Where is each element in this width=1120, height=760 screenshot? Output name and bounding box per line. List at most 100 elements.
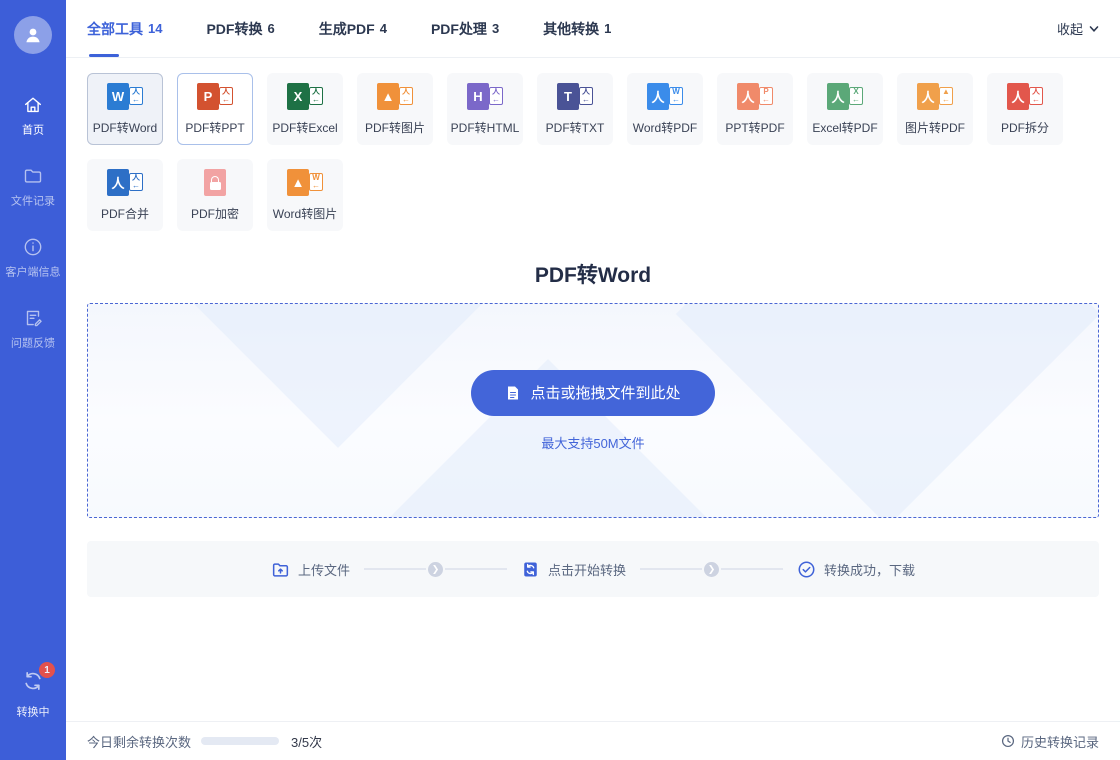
footer-bar: 今日剩余转换次数 3/5次 历史转换记录 [66,721,1120,760]
tool-card-label: Word转PDF [633,119,697,136]
tool-main-glyph: H [467,83,489,110]
tool-card-6[interactable]: T 人← PDF转TXT [537,73,613,145]
tool-badge-glyph: 人← [489,87,503,105]
tool-card-label: PDF转Excel [272,119,337,136]
tool-card-label: PDF转PPT [185,119,244,136]
app-window: 首页 文件记录 客户端信息 问题反馈 1 转换中 全部工具 [0,0,1120,760]
tab-4[interactable]: PDF处理 3 [431,0,499,57]
page-title: PDF转Word [66,259,1120,289]
sidebar-item-info[interactable]: 客户端信息 [0,236,66,280]
convert-doc-icon [521,560,540,579]
tool-main-glyph: 人 [1007,83,1029,110]
upload-button[interactable]: 点击或拖拽文件到此处 [471,370,714,416]
step-connector: ❯ [364,562,507,577]
tool-card-label: PDF拆分 [1001,119,1049,136]
tab-count: 3 [492,21,499,36]
tool-card-10[interactable]: 人 ▲← 图片转PDF [897,73,973,145]
tool-card-14[interactable]: ▲ W← Word转图片 [267,159,343,231]
feedback-icon [22,307,44,329]
sidebar-item-label: 转换中 [16,704,49,720]
tool-main-glyph: W [107,83,129,110]
tool-card-9[interactable]: 人 X← Excel转PDF [807,73,883,145]
history-link[interactable]: 历史转换记录 [1001,732,1099,751]
sidebar: 首页 文件记录 客户端信息 问题反馈 1 转换中 [0,0,66,760]
background-decoration [676,303,1099,518]
tool-badge-glyph: 人← [1029,87,1043,105]
sidebar-nav: 首页 文件记录 客户端信息 问题反馈 [0,94,66,351]
tool-card-5[interactable]: H 人← PDF转HTML [447,73,523,145]
tool-card-11[interactable]: 人 人← PDF拆分 [987,73,1063,145]
tool-card-label: PDF加密 [191,205,239,222]
upload-dropzone[interactable]: 点击或拖拽文件到此处 最大支持50M文件 [87,303,1099,518]
tool-card-label: Word转图片 [273,205,337,222]
tool-badge-glyph: 人← [309,87,323,105]
conversion-steps: 上传文件 ❯ 点击开始转换 ❯ 转换成功，下载 [87,541,1099,597]
sidebar-item-label: 问题反馈 [11,335,55,351]
step-label: 点击开始转换 [548,560,626,579]
upload-folder-icon [271,560,290,579]
tool-main-glyph: X [287,83,309,110]
tab-5[interactable]: 其他转换 1 [543,0,611,57]
tab-count: 14 [148,21,162,36]
tool-card-label: PDF转图片 [365,119,425,136]
tool-badge-glyph: 人← [129,173,143,191]
upload-size-hint: 最大支持50M文件 [541,433,644,452]
tab-2[interactable]: PDF转换 6 [206,0,274,57]
sidebar-item-converting[interactable]: 1 转换中 [0,669,66,720]
tool-main-glyph: P [197,83,219,110]
step-1: 上传文件 [271,560,350,579]
user-avatar[interactable] [14,16,52,54]
sidebar-item-label: 首页 [22,122,44,138]
tool-card-label: PPT转PDF [725,119,784,136]
tab-1[interactable]: 全部工具 14 [87,0,162,57]
sidebar-item-folder[interactable]: 文件记录 [0,165,66,209]
tab-label: PDF转换 [206,19,262,39]
step-label: 上传文件 [298,560,350,579]
tab-label: 全部工具 [87,19,143,39]
home-icon [22,94,44,116]
tab-label: PDF处理 [431,19,487,39]
tool-card-3[interactable]: X 人← PDF转Excel [267,73,343,145]
tool-badge-glyph: P← [759,87,773,105]
quota-value: 3/5次 [291,732,322,751]
tool-badge-glyph: X← [849,87,863,105]
sidebar-item-home[interactable]: 首页 [0,94,66,138]
tool-badge-glyph: 人← [399,87,413,105]
tool-card-8[interactable]: 人 P← PPT转PDF [717,73,793,145]
tool-badge-glyph: W← [669,87,683,105]
tool-card-7[interactable]: 人 W← Word转PDF [627,73,703,145]
step-label: 转换成功，下载 [824,560,915,579]
tab-3[interactable]: 生成PDF 4 [319,0,387,57]
tool-main-glyph: 人 [737,83,759,110]
collapse-toggle[interactable]: 收起 [1057,19,1099,38]
collapse-label: 收起 [1057,19,1083,38]
tab-label: 生成PDF [319,19,375,39]
tool-card-label: PDF转Word [93,119,157,136]
tool-badge-glyph: W← [309,173,323,191]
converting-count-badge: 1 [39,662,55,678]
quota-progressbar [201,737,279,745]
tool-card-label: PDF转TXT [546,119,605,136]
tool-card-13[interactable]: ← PDF加密 [177,159,253,231]
category-tabbar: 全部工具 14 PDF转换 6 生成PDF 4 PDF处理 3 其他转换 1 收… [66,0,1120,58]
history-label: 历史转换记录 [1021,732,1099,751]
step-connector: ❯ [640,562,783,577]
tool-card-label: Excel转PDF [812,119,877,136]
tool-card-12[interactable]: 人 人← PDF合并 [87,159,163,231]
tool-card-2[interactable]: P 人← PDF转PPT [177,73,253,145]
step-2: 点击开始转换 [521,560,626,579]
user-icon [21,23,45,47]
tool-badge-glyph: 人← [579,87,593,105]
clock-icon [1001,734,1015,748]
tool-main-glyph: 人 [647,83,669,110]
sidebar-item-feedback[interactable]: 问题反馈 [0,307,66,351]
tool-card-4[interactable]: ▲ 人← PDF转图片 [357,73,433,145]
tool-card-1[interactable]: W 人← PDF转Word [87,73,163,145]
tool-main-glyph: ▲ [377,83,399,110]
tool-card-label: PDF合并 [101,205,149,222]
tools-grid: W 人← PDF转Word P 人← PDF转PPT X 人← PDF转Exce… [66,58,1120,231]
tab-label: 其他转换 [543,19,599,39]
lock-icon [204,169,226,196]
tool-main-glyph: 人 [107,169,129,196]
document-icon [505,385,521,401]
